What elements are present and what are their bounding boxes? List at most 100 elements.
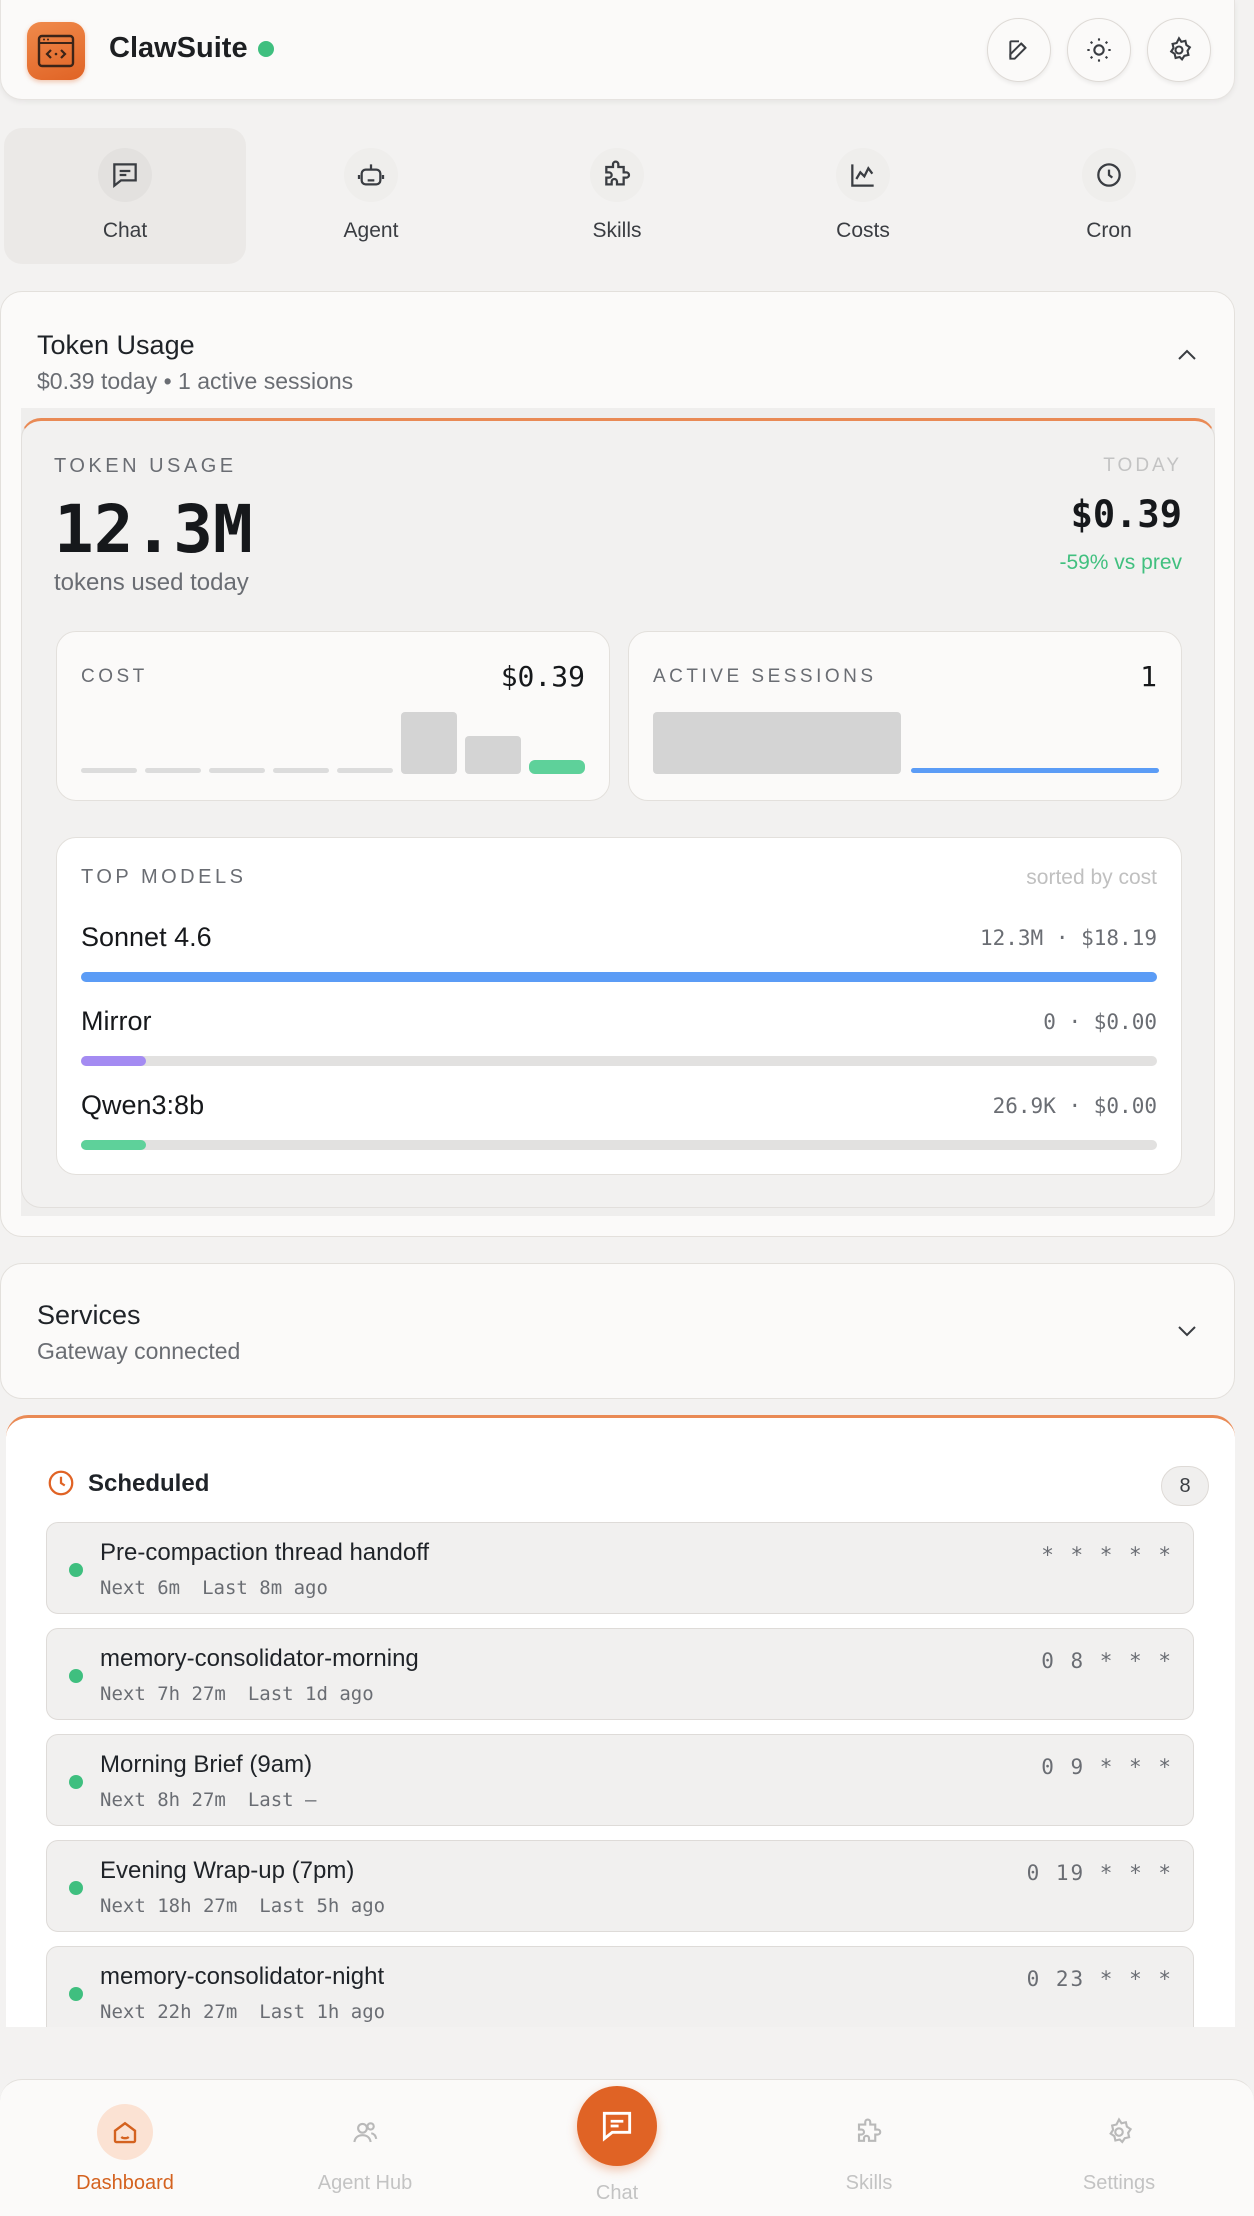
model-bar-track xyxy=(81,1056,1157,1066)
job-next: Next 18h 27m xyxy=(100,1895,238,1917)
settings-button[interactable] xyxy=(1147,18,1211,82)
cost-sparkline xyxy=(81,712,585,774)
model-meta: 12.3M · $18.19 xyxy=(979,926,1157,950)
job-next: Next 22h 27m xyxy=(100,2001,238,2023)
section-subtitle: $0.39 today • 1 active sessions xyxy=(37,368,354,394)
quick-nav-costs[interactable]: Costs xyxy=(742,128,984,264)
quick-nav-chat[interactable]: Chat xyxy=(4,128,246,264)
job-last: Last — xyxy=(247,1789,317,1811)
puzzle-icon xyxy=(841,2104,897,2160)
job-cron: 0 19 * * * xyxy=(1026,1861,1173,1885)
bottom-tab-bar: Dashboard Agent Hub Chat Skills Settings xyxy=(0,2079,1254,2216)
collapse-button[interactable] xyxy=(1176,348,1198,367)
job-next: Next 8h 27m xyxy=(100,1789,226,1811)
tab-dashboard[interactable]: Dashboard xyxy=(0,2080,250,2216)
model-meta: 26.9K · $0.00 xyxy=(992,1094,1157,1118)
chevron-up-icon xyxy=(1178,349,1196,360)
model-row: Sonnet 4.6 12.3M · $18.19 xyxy=(81,922,1157,982)
cost-delta: -59% vs prev xyxy=(1059,551,1182,574)
mini-value: $0.39 xyxy=(500,660,585,693)
clock-icon xyxy=(48,1470,74,1496)
scheduled-job[interactable]: Morning Brief (9am) Next 8h 27m Last — 0 … xyxy=(46,1734,1194,1826)
job-meta: Next 18h 27m Last 5h ago xyxy=(100,1895,385,1917)
token-usage-section: Token Usage $0.39 today • 1 active sessi… xyxy=(0,291,1235,1237)
tab-skills[interactable]: Skills xyxy=(744,2080,994,2216)
model-bar-fill xyxy=(81,1140,146,1150)
section-subtitle: Gateway connected xyxy=(37,1338,241,1364)
model-meta: 0 · $0.00 xyxy=(1043,1010,1157,1034)
quick-nav-cron[interactable]: Cron xyxy=(988,128,1230,264)
quick-nav-label: Skills xyxy=(592,219,642,242)
job-last: Last 1h ago xyxy=(259,2001,386,2023)
app-header: ClawSuite xyxy=(0,0,1235,100)
model-row: Mirror 0 · $0.00 xyxy=(81,1006,1157,1066)
model-bar-fill xyxy=(81,972,1157,982)
job-last: Last 5h ago xyxy=(259,1895,386,1917)
chat-icon xyxy=(98,148,152,202)
sun-icon xyxy=(1087,38,1111,62)
card-label: TOKEN USAGE xyxy=(54,455,237,477)
top-models-label: TOP MODELS xyxy=(81,866,247,888)
tab-settings[interactable]: Settings xyxy=(994,2080,1244,2216)
job-status-dot xyxy=(69,1563,83,1577)
expand-button[interactable] xyxy=(1176,1324,1198,1343)
quick-nav-label: Chat xyxy=(102,219,148,242)
services-section[interactable]: Services Gateway connected xyxy=(0,1263,1235,1399)
gear-icon xyxy=(1091,2104,1147,2160)
sessions-bar-prev xyxy=(653,712,901,774)
job-status-dot xyxy=(69,1775,83,1789)
tab-label: Chat xyxy=(595,2182,639,2204)
tab-label: Agent Hub xyxy=(317,2172,413,2194)
job-next: Next 6m xyxy=(100,1577,181,1599)
scheduled-job[interactable]: Pre-compaction thread handoff Next 6m Las… xyxy=(46,1522,1194,1614)
connection-status-dot xyxy=(258,41,274,57)
gear-icon xyxy=(1169,36,1192,61)
job-meta: Next 7h 27m Last 1d ago xyxy=(100,1683,374,1705)
job-status-dot xyxy=(69,1987,83,2001)
quick-nav-label: Cron xyxy=(1086,219,1132,242)
scheduled-job[interactable]: memory-consolidator-night Next 22h 27m La… xyxy=(46,1946,1194,2027)
tab-agent-hub[interactable]: Agent Hub xyxy=(240,2080,490,2216)
tokens-total: 12.3M xyxy=(54,491,253,568)
tab-label: Dashboard xyxy=(76,2172,174,2194)
scheduled-job[interactable]: Evening Wrap-up (7pm) Next 18h 27m Last 5… xyxy=(46,1840,1194,1932)
scheduled-job[interactable]: memory-consolidator-morning Next 7h 27m L… xyxy=(46,1628,1194,1720)
model-name: Mirror xyxy=(81,1006,152,1036)
app-logo-icon xyxy=(27,22,85,80)
home-icon xyxy=(97,2104,153,2160)
tab-label: Skills xyxy=(845,2172,893,2194)
job-name: Morning Brief (9am) xyxy=(100,1751,313,1778)
section-title: Token Usage xyxy=(37,330,195,360)
job-meta: Next 22h 27m Last 1h ago xyxy=(100,2001,385,2023)
sessions-bar-current xyxy=(911,768,1159,773)
model-row: Qwen3:8b 26.9K · $0.00 xyxy=(81,1090,1157,1150)
job-status-dot xyxy=(69,1669,83,1683)
cost-mini-card: COST $0.39 xyxy=(56,631,610,801)
edit-button[interactable] xyxy=(987,18,1051,82)
job-cron: 0 9 * * * xyxy=(1041,1755,1173,1779)
chat-icon xyxy=(602,2111,632,2142)
clock-icon xyxy=(1082,148,1136,202)
edit-icon xyxy=(1009,40,1027,60)
scheduled-count-badge: 8 xyxy=(1161,1466,1209,1506)
mini-label: COST xyxy=(81,666,148,687)
mini-label: ACTIVE SESSIONS xyxy=(653,666,877,687)
job-cron: * * * * * xyxy=(1041,1543,1173,1567)
job-name: memory-consolidator-night xyxy=(100,1963,385,1990)
token-usage-panel-wrap: TOKEN USAGE 12.3M tokens used today TODA… xyxy=(21,408,1215,1216)
quick-nav-agent[interactable]: Agent xyxy=(250,128,492,264)
job-cron: 0 23 * * * xyxy=(1026,1967,1173,1991)
job-name: Evening Wrap-up (7pm) xyxy=(100,1857,355,1884)
sort-note: sorted by cost xyxy=(1026,866,1157,889)
puzzle-icon xyxy=(590,148,644,202)
tab-label: Settings xyxy=(1082,2172,1156,2194)
token-usage-card: TOKEN USAGE 12.3M tokens used today TODA… xyxy=(21,418,1215,1208)
job-name: Pre-compaction thread handoff xyxy=(100,1539,430,1566)
job-last: Last 1d ago xyxy=(247,1683,374,1705)
tokens-subtitle: tokens used today xyxy=(54,569,249,596)
theme-toggle-button[interactable] xyxy=(1067,18,1131,82)
bottom-spacer xyxy=(0,2027,1254,2079)
quick-nav-skills[interactable]: Skills xyxy=(496,128,738,264)
tab-chat[interactable] xyxy=(577,2086,657,2166)
period-label: TODAY xyxy=(1103,455,1182,476)
